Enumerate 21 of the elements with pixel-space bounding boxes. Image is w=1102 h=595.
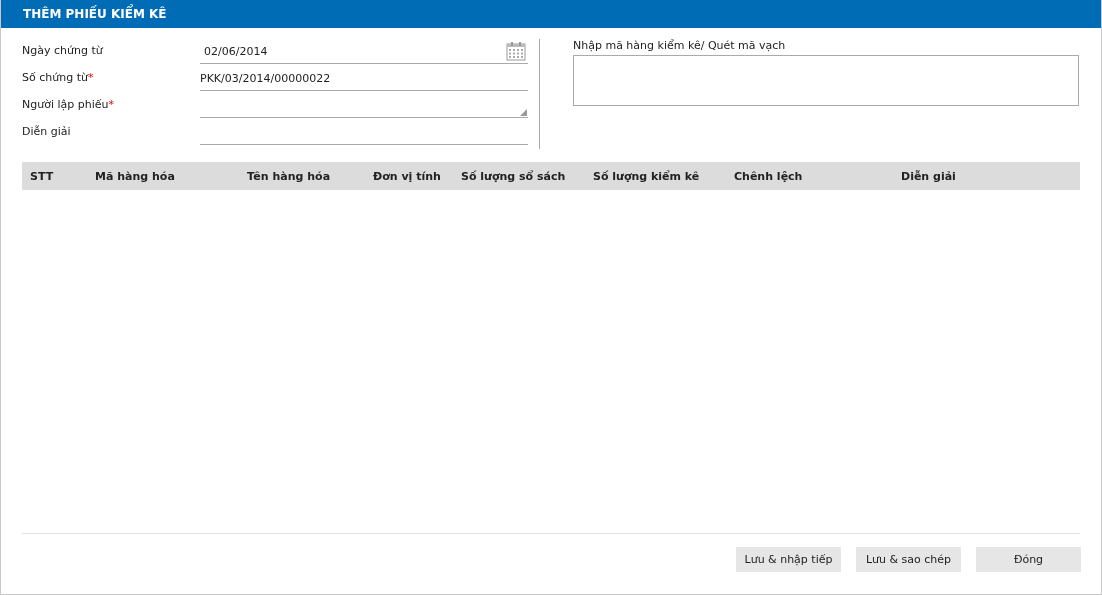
close-button[interactable]: Đóng — [976, 547, 1081, 572]
dropdown-icon[interactable] — [520, 109, 527, 116]
column-header: Chênh lệch — [733, 169, 804, 183]
column-header: Tên hàng hóa — [246, 169, 332, 183]
column-header: Số lượng kiểm kê — [592, 169, 701, 183]
column-header: STT — [29, 169, 55, 183]
save-continue-button[interactable]: Lưu & nhập tiếp — [736, 547, 841, 572]
calendar-icon[interactable] — [506, 41, 526, 61]
scan-label: Nhập mã hàng kiểm kê/ Quét mã vạch — [573, 39, 787, 54]
column-header: Diễn giải — [900, 169, 957, 183]
column-header: Mã hàng hóa — [94, 169, 176, 183]
column-header: Đơn vị tính — [372, 169, 442, 183]
input-field[interactable]: PKK/03/2014/00000022 — [200, 66, 528, 91]
input-field[interactable]: 02/06/2014 — [200, 39, 528, 64]
field-label: Diễn giải — [22, 124, 72, 138]
column-header: Số lượng sổ sách — [460, 169, 567, 183]
save-copy-button[interactable]: Lưu & sao chép — [856, 547, 961, 572]
field-label: Số chứng từ* — [22, 70, 95, 84]
barcode-input[interactable] — [573, 55, 1079, 106]
field-label: Ngày chứng từ — [22, 43, 104, 57]
field-label: Người lập phiếu* — [22, 97, 115, 111]
